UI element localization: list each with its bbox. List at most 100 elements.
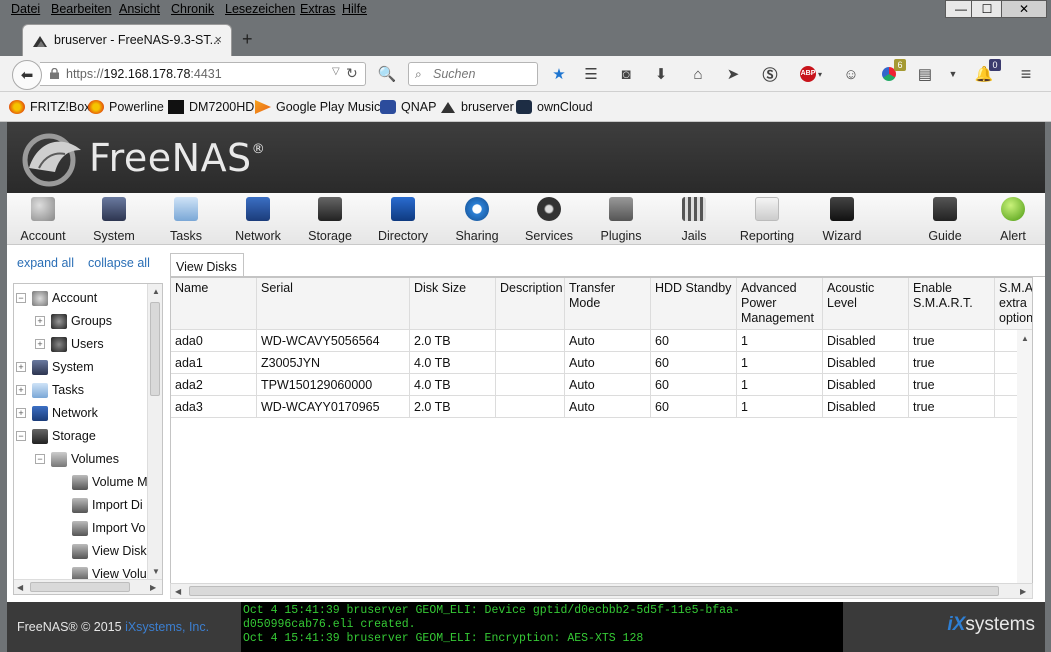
ixsystems-link[interactable]: iXsystems, Inc. [125, 620, 209, 634]
nav-guide[interactable]: Guide [925, 197, 965, 243]
grid-vertical-scrollbar[interactable]: ▲ [1017, 330, 1032, 586]
expand-all-link[interactable]: expand all [17, 256, 74, 270]
scroll-left-icon[interactable]: ◀ [175, 587, 181, 596]
search-input[interactable]: ⌕ Suchen [408, 62, 538, 86]
collapse-toggle-icon[interactable]: − [16, 431, 26, 441]
table-row[interactable]: ada0 WD-WCAVY5056564 2.0 TB Auto 60 1 Di… [171, 330, 1032, 352]
collapse-toggle-icon[interactable]: − [16, 293, 26, 303]
scroll-right-icon[interactable]: ▶ [1020, 587, 1026, 596]
menu-bearbeiten[interactable]: Bearbeiten [51, 2, 111, 16]
column-header[interactable]: Acoustic Level [823, 278, 909, 330]
scroll-up-icon[interactable]: ▲ [1021, 334, 1029, 343]
expand-toggle-icon[interactable]: + [16, 362, 26, 372]
scroll-up-icon[interactable]: ▲ [152, 287, 160, 296]
column-header[interactable]: S.M.A. extra option [995, 278, 1032, 330]
column-header[interactable]: Enable S.M.A.R.T. [909, 278, 995, 330]
column-header[interactable]: Transfer Mode [565, 278, 651, 330]
menu-hilfe[interactable]: Hilfe [342, 2, 367, 16]
table-row[interactable]: ada1 Z3005JYN 4.0 TB Auto 60 1 Disabled … [171, 352, 1032, 374]
nav-network[interactable]: Network [232, 197, 284, 243]
column-header[interactable]: Serial [257, 278, 410, 330]
bookmark-owncloud[interactable]: ownCloud [516, 100, 593, 114]
tree-item-storage[interactable]: − Storage [16, 426, 96, 446]
nav-tasks[interactable]: Tasks [164, 197, 208, 243]
bookmark-dm7200hd[interactable]: DM7200HD [168, 100, 254, 114]
collapse-all-link[interactable]: collapse all [88, 256, 150, 270]
tree-item-volume-manager[interactable]: Volume M [72, 472, 148, 492]
grid-horizontal-scrollbar[interactable]: ◀ ▶ [170, 583, 1033, 599]
tree-item-volumes[interactable]: − Volumes [35, 449, 119, 469]
reading-list-icon[interactable]: ☰ [580, 63, 602, 85]
nav-sharing[interactable]: Sharing [453, 197, 501, 243]
nav-system[interactable]: System [91, 197, 137, 243]
menu-ansicht[interactable]: Ansicht [119, 2, 160, 16]
menu-datei[interactable]: Datei [11, 2, 40, 16]
column-header[interactable]: Description [496, 278, 565, 330]
nav-directory[interactable]: Directory [375, 197, 431, 243]
new-tab-button[interactable]: + [242, 29, 253, 50]
column-header[interactable]: Disk Size [410, 278, 496, 330]
tab-view-disks[interactable]: View Disks [170, 253, 244, 277]
bookmark-google-play-music[interactable]: Google Play Music [255, 100, 380, 114]
download-icon[interactable]: ⬇ [650, 63, 672, 85]
s-addon-icon[interactable]: Ⓢ [759, 63, 781, 85]
nav-alert[interactable]: Alert [996, 197, 1030, 243]
scroll-thumb[interactable] [30, 582, 130, 592]
overflow-dropdown-icon[interactable]: ▼ [942, 63, 964, 85]
scroll-right-icon[interactable]: ▶ [150, 583, 156, 592]
expand-toggle-icon[interactable]: + [35, 339, 45, 349]
nav-reporting[interactable]: Reporting [738, 197, 796, 243]
nav-wizard[interactable]: Wizard [820, 197, 864, 243]
bookmark-fritzbox[interactable]: FRITZ!Box [9, 100, 90, 114]
column-header[interactable]: Advanced Power Management [737, 278, 823, 330]
nav-account[interactable]: Account [20, 197, 66, 243]
tree-item-import-volume[interactable]: Import Vo [72, 518, 146, 538]
expand-toggle-icon[interactable]: + [35, 316, 45, 326]
bookmark-powerline[interactable]: Powerline [88, 100, 164, 114]
key-search-icon[interactable]: 🔍 [376, 63, 398, 85]
nav-plugins[interactable]: Plugins [599, 197, 643, 243]
tree-vertical-scrollbar[interactable]: ▲ ▼ [147, 284, 162, 580]
url-bar[interactable]: https://192.168.178.78:4431 ▽ ↻ [40, 62, 366, 86]
collapse-toggle-icon[interactable]: − [35, 454, 45, 464]
tab-close-icon[interactable]: × [214, 32, 222, 47]
reload-icon[interactable]: ↻ [346, 65, 358, 82]
scroll-thumb[interactable] [150, 302, 160, 396]
column-header[interactable]: HDD Standby [651, 278, 737, 330]
nav-services[interactable]: Services [523, 197, 575, 243]
scroll-down-icon[interactable]: ▼ [152, 567, 160, 576]
hamburger-menu-icon[interactable]: ≡ [1015, 63, 1037, 85]
close-window-button[interactable]: ✕ [1001, 0, 1047, 18]
home-icon[interactable]: ⌂ [687, 63, 709, 85]
expand-toggle-icon[interactable]: + [16, 408, 26, 418]
url-dropdown-icon[interactable]: ▽ [332, 66, 340, 77]
bookmark-bruserver[interactable]: bruserver [440, 100, 514, 114]
expand-toggle-icon[interactable]: + [16, 385, 26, 395]
tree-item-network[interactable]: + Network [16, 403, 98, 423]
table-row[interactable]: ada3 WD-WCAYY0170965 2.0 TB Auto 60 1 Di… [171, 396, 1032, 418]
chat-icon[interactable]: ☺ [840, 63, 862, 85]
menu-chronik[interactable]: Chronik [171, 2, 214, 16]
tree-item-account[interactable]: − Account [16, 288, 97, 308]
tree-item-view-disks[interactable]: View Disk [72, 541, 147, 561]
tree-horizontal-scrollbar[interactable]: ◀ ▶ [14, 579, 162, 594]
back-button[interactable]: ⬅ [12, 60, 42, 90]
table-row[interactable]: ada2 TPW150129060000 4.0 TB Auto 60 1 Di… [171, 374, 1032, 396]
clipboard-icon[interactable]: ▤ [914, 63, 936, 85]
tree-item-users[interactable]: + Users [35, 334, 104, 354]
extensions-icon[interactable]: 6 [878, 59, 906, 85]
tree-item-system[interactable]: + System [16, 357, 94, 377]
scroll-thumb[interactable] [189, 586, 999, 596]
menu-extras[interactable]: Extras [300, 2, 335, 16]
notification-icon[interactable]: 🔔 0 [973, 59, 1001, 85]
adblock-icon[interactable]: ABP ▾ [796, 63, 826, 85]
browser-tab[interactable]: bruserver - FreeNAS-9.3-ST... × [22, 24, 232, 56]
tree-item-tasks[interactable]: + Tasks [16, 380, 84, 400]
bookmark-qnap[interactable]: QNAP [380, 100, 436, 114]
bookmark-star-icon[interactable]: ★ [548, 63, 570, 85]
pocket-icon[interactable]: ◙ [615, 63, 637, 85]
send-icon[interactable]: ➤ [722, 63, 744, 85]
nav-jails[interactable]: Jails [679, 197, 709, 243]
tree-item-groups[interactable]: + Groups [35, 311, 112, 331]
tree-item-import-disk[interactable]: Import Di [72, 495, 143, 515]
